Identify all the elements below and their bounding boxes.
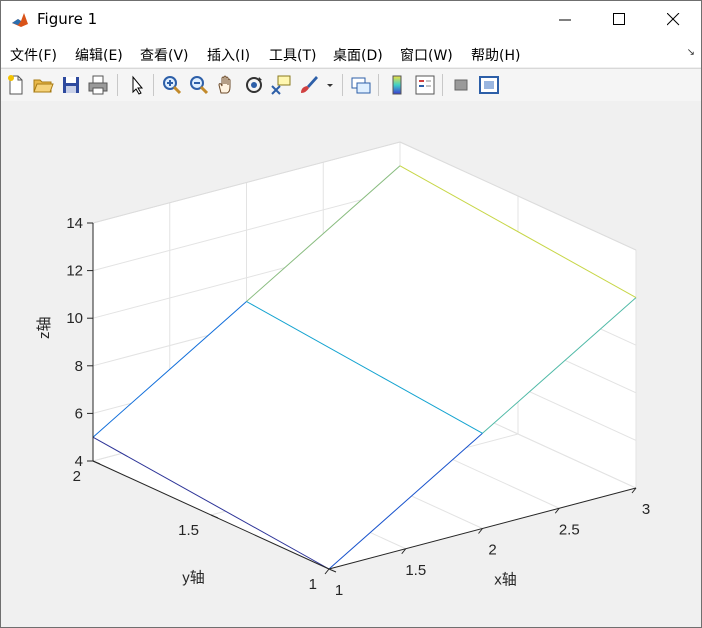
open-file-icon[interactable] (32, 74, 54, 96)
dock-arrow-icon[interactable]: ↘ (687, 47, 695, 58)
toolbar-separator (153, 74, 154, 96)
zoom-in-icon[interactable] (161, 74, 183, 96)
hide-plot-tools-icon[interactable] (450, 74, 472, 96)
z-tick-label: 14 (66, 215, 83, 232)
z-tick-label: 6 (75, 405, 83, 422)
brush-icon[interactable] (298, 74, 320, 96)
data-cursor-icon[interactable] (270, 74, 292, 96)
axes-3d[interactable]: 11.522.5311.52468101214x轴y轴z轴 (1, 101, 701, 627)
menu-view[interactable]: 查看(V) (140, 45, 189, 65)
show-plot-tools-icon[interactable] (478, 74, 500, 96)
x-tick-label: 2 (488, 542, 496, 559)
minimize-icon (559, 19, 571, 21)
z-tick-label: 8 (75, 358, 83, 375)
y-axis-label: y轴 (182, 569, 205, 586)
toolbar-separator (342, 74, 343, 96)
pointer-icon[interactable] (126, 74, 148, 96)
menu-tools[interactable]: 工具(T) (269, 45, 316, 65)
menu-desktop[interactable]: 桌面(D) (333, 45, 383, 65)
minimize-button[interactable] (539, 1, 593, 39)
toolbar-separator (378, 74, 379, 96)
colorbar-icon[interactable] (386, 74, 408, 96)
y-tick-label: 1.5 (178, 522, 199, 539)
x-tick-label: 1.5 (405, 562, 426, 579)
title-bar[interactable]: Figure 1 (1, 1, 701, 39)
figure-canvas[interactable]: 1 1.5 2 2.5 3 1 1.5 2 4 6 8 10 12 14 x轴 y轴 z轴 (1, 101, 701, 627)
menu-window[interactable]: 窗口(W) (400, 45, 453, 65)
window-title: Figure 1 (37, 10, 98, 28)
legend-icon[interactable] (414, 74, 436, 96)
close-icon (667, 13, 680, 26)
matlab-logo-icon (10, 10, 30, 30)
z-axis-label: z轴 (36, 316, 53, 339)
menu-insert[interactable]: 插入(I) (207, 45, 250, 65)
z-tick-label: 4 (75, 453, 83, 470)
new-figure-icon[interactable] (5, 74, 27, 96)
brush-dropdown-icon[interactable] (323, 74, 337, 96)
x-tick-label: 1 (335, 582, 343, 599)
menu-edit[interactable]: 编辑(E) (75, 45, 123, 65)
z-tick-label: 12 (66, 263, 83, 280)
print-icon[interactable] (87, 74, 109, 96)
figure-toolbar (1, 68, 701, 102)
y-tick-label: 1 (309, 576, 317, 593)
x-axis-label: x轴 (494, 571, 517, 588)
pan-hand-icon[interactable] (215, 74, 237, 96)
x-tick-label: 3 (642, 501, 650, 518)
toolbar-separator (117, 74, 118, 96)
zoom-out-icon[interactable] (188, 74, 210, 96)
rotate-3d-icon[interactable] (243, 74, 265, 96)
x-tick (324, 568, 330, 575)
close-button[interactable] (647, 1, 701, 39)
menu-bar: 文件(F) 编辑(E) 查看(V) 插入(I) 工具(T) 桌面(D) 窗口(W… (1, 39, 701, 67)
z-tick-label: 10 (66, 310, 83, 327)
maximize-button[interactable] (593, 1, 647, 39)
menu-help[interactable]: 帮助(H) (471, 45, 520, 65)
save-icon[interactable] (60, 74, 82, 96)
maximize-icon (613, 13, 625, 25)
y-tick-label: 2 (73, 468, 81, 485)
x-tick-label: 2.5 (559, 521, 580, 538)
menu-file[interactable]: 文件(F) (10, 45, 57, 65)
figure-window: Figure 1 文件(F) 编辑(E) 查看(V) 插入(I) 工具(T) 桌… (0, 0, 702, 628)
y-tick (328, 568, 337, 573)
toolbar-separator (442, 74, 443, 96)
link-plot-icon[interactable] (350, 74, 372, 96)
